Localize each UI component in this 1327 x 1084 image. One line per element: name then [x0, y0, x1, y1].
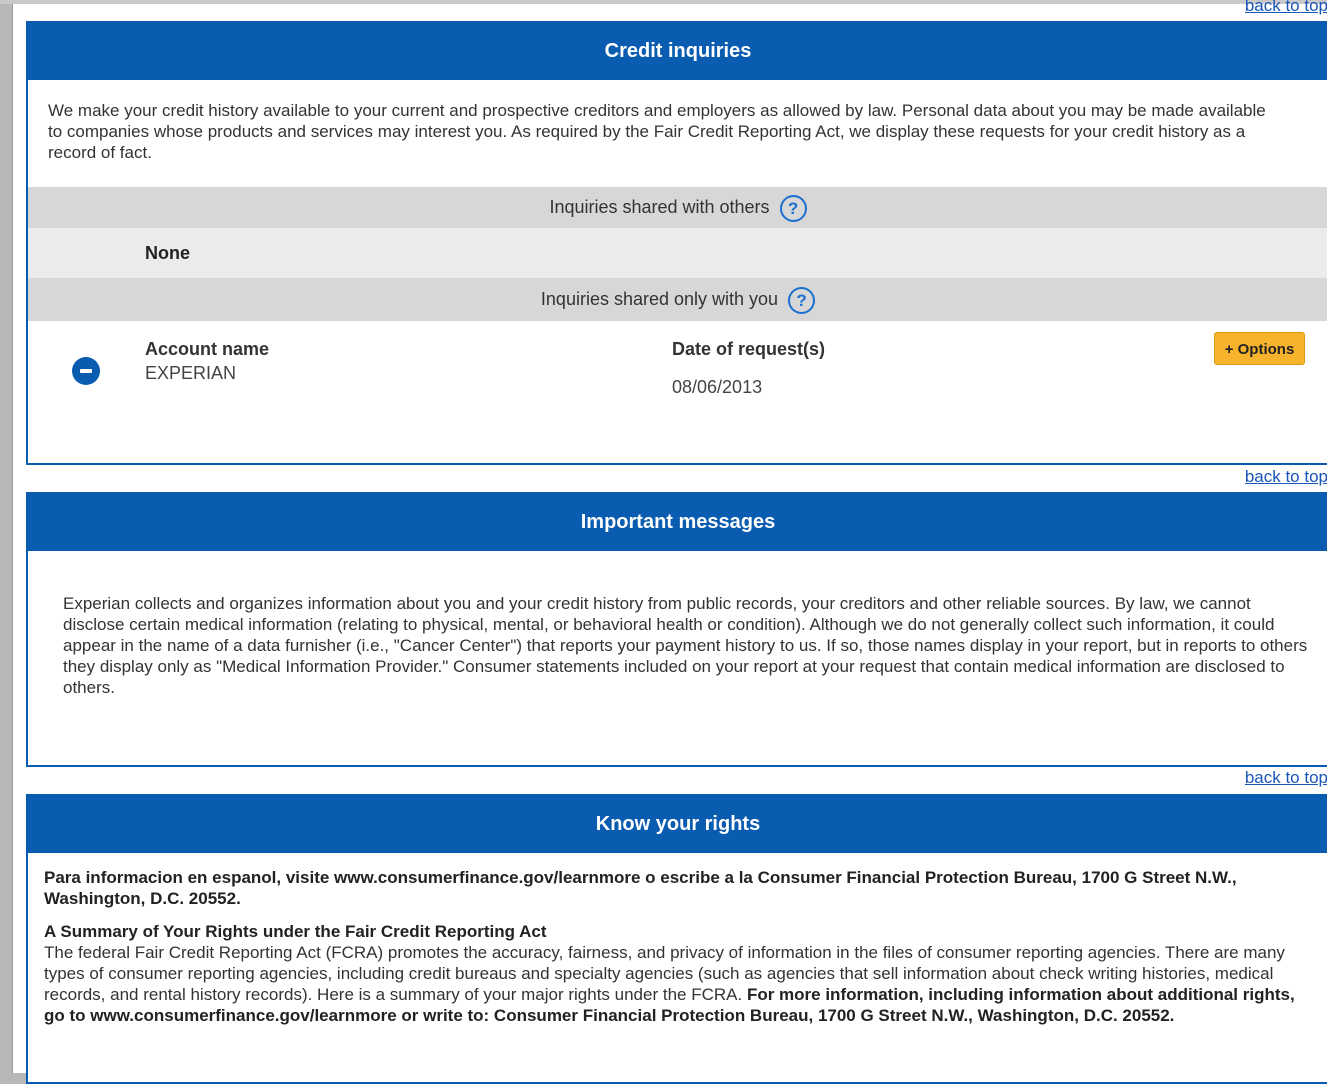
shared-with-others-label: Inquiries shared with others	[549, 197, 770, 217]
summary-paragraph: The federal Fair Credit Reporting Act (F…	[44, 942, 1314, 1026]
date-of-request-label: Date of request(s)	[672, 339, 826, 359]
shared-with-you-label: Inquiries shared only with you	[540, 289, 779, 309]
account-name-value: EXPERIAN	[145, 363, 237, 383]
back-to-top-link[interactable]: back to top	[1245, 769, 1327, 787]
account-name-label: Account name	[145, 339, 270, 359]
credit-inquiries-intro: We make your credit history available to…	[48, 101, 1266, 162]
credit-inquiries-title: Credit inquiries	[28, 23, 1327, 80]
important-messages-title: Important messages	[28, 494, 1327, 551]
summary-heading: A Summary of Your Rights under the Fair …	[44, 922, 547, 941]
help-icon[interactable]: ?	[788, 286, 816, 314]
collapse-minus-icon[interactable]	[72, 357, 100, 385]
know-your-rights-section: Know your rights Para informacion en esp…	[26, 794, 1327, 1084]
report-page: back to top Credit inquiries We make you…	[12, 0, 1327, 1084]
options-button[interactable]: + Options	[1214, 332, 1305, 365]
none-value: None	[145, 243, 190, 263]
know-your-rights-title: Know your rights	[28, 796, 1327, 853]
help-icon[interactable]: ?	[779, 194, 807, 222]
back-to-top-link[interactable]: back to top	[1245, 0, 1327, 15]
shared-with-you-header: Inquiries shared only with you?	[28, 278, 1327, 321]
spanish-notice: Para informacion en espanol, visite www.…	[44, 868, 1237, 908]
important-messages-section: Important messages Experian collects and…	[26, 492, 1327, 767]
back-to-top-link[interactable]: back to top	[1245, 468, 1327, 486]
shared-with-others-row: None	[28, 228, 1327, 278]
shared-with-others-header: Inquiries shared with others?	[28, 187, 1327, 228]
date-of-request-value: 08/06/2013	[672, 377, 763, 397]
know-your-rights-content: Para informacion en espanol, visite www.…	[44, 867, 1314, 1026]
credit-inquiries-section: Credit inquiries We make your credit his…	[26, 21, 1327, 465]
important-messages-body: Experian collects and organizes informat…	[63, 594, 1308, 697]
